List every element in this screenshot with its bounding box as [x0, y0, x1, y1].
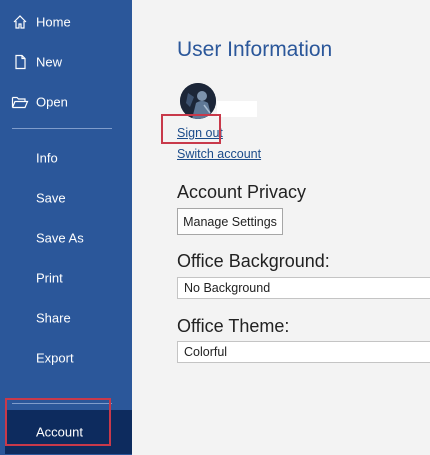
sidebar-item-home[interactable]: Home [0, 2, 132, 42]
backstage-sidebar: Home New Open Info Save Save As Print Sh… [0, 0, 132, 455]
sidebar-item-save-as[interactable]: Save As [0, 218, 132, 258]
sidebar-divider [12, 128, 112, 129]
sidebar-item-label: Export [36, 350, 74, 366]
sidebar-item-label: Open [36, 94, 68, 110]
office-background-value: No Background [184, 281, 271, 295]
office-background-select[interactable]: No Background [177, 277, 430, 299]
office-background-heading: Office Background: [177, 251, 330, 271]
sidebar-item-export[interactable]: Export [0, 338, 132, 378]
sidebar-item-save[interactable]: Save [0, 178, 132, 218]
home-icon [11, 13, 29, 31]
sidebar-item-new[interactable]: New [0, 42, 132, 82]
page-title: User Information [177, 38, 333, 61]
sidebar-item-open[interactable]: Open [0, 82, 132, 122]
sidebar-item-info[interactable]: Info [0, 138, 132, 178]
manage-settings-button[interactable]: Manage Settings [177, 208, 283, 235]
switch-account-link[interactable]: Switch account [177, 147, 261, 161]
sidebar-item-label: Account [36, 424, 83, 440]
sign-out-link[interactable]: Sign out [177, 126, 223, 140]
open-folder-icon [11, 93, 29, 111]
account-panel: User Information Sign out Switch account… [132, 0, 430, 455]
avatar [180, 83, 216, 119]
sidebar-divider [12, 403, 112, 404]
sidebar-item-share[interactable]: Share [0, 298, 132, 338]
sidebar-item-label: Share [36, 310, 71, 326]
account-name-redacted [217, 101, 257, 117]
sidebar-item-label: Home [36, 14, 71, 30]
sidebar-item-print[interactable]: Print [0, 258, 132, 298]
office-theme-heading: Office Theme: [177, 316, 290, 336]
office-theme-select[interactable]: Colorful [177, 341, 430, 363]
sidebar-item-label: Print [36, 270, 63, 286]
sidebar-item-label: New [36, 54, 63, 70]
sidebar-item-label: Save [36, 190, 66, 206]
new-document-icon [11, 53, 29, 71]
account-privacy-heading: Account Privacy [177, 182, 307, 202]
office-theme-value: Colorful [184, 345, 228, 359]
sidebar-item-label: Info [36, 150, 58, 166]
sidebar-item-label: Save As [36, 230, 84, 246]
sidebar-item-account[interactable]: Account [5, 410, 132, 454]
